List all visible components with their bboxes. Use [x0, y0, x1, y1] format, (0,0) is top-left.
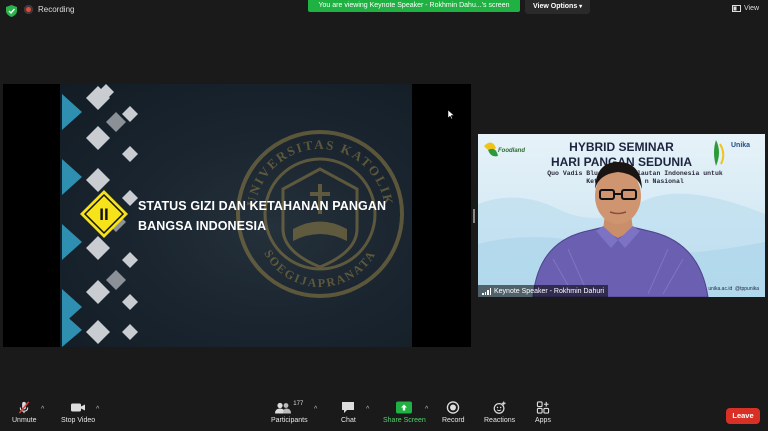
viewing-banner: You are viewing Keynote Speaker - Rokhmi…	[308, 0, 520, 12]
meeting-toolbar: Unmute ^ Stop Video ^ 177 Participants ^…	[0, 397, 768, 431]
unmute-button[interactable]: Unmute	[12, 401, 37, 424]
record-label: Record	[442, 417, 465, 424]
share-options-chevron-icon[interactable]: ^	[425, 406, 428, 413]
stop-video-button[interactable]: Stop Video	[61, 401, 95, 424]
chat-label: Chat	[341, 417, 356, 424]
website-text: unika.ac.id	[708, 286, 733, 292]
view-options-button[interactable]: View Options ▾	[525, 0, 591, 14]
security-shield-icon[interactable]	[6, 5, 17, 17]
view-button[interactable]: View	[732, 5, 759, 12]
muted-microphone-icon	[19, 401, 30, 414]
apps-icon	[536, 401, 550, 414]
participants-count: 177	[293, 401, 304, 407]
view-options-label: View Options	[533, 3, 578, 10]
social-handles: unika.ac.id @tppunika	[708, 286, 759, 292]
recording-label: Recording	[38, 5, 75, 14]
chevron-down-icon: ▾	[579, 4, 583, 10]
participants-label: Participants	[271, 417, 308, 424]
speaker-video	[532, 162, 709, 297]
reactions-label: Reactions	[484, 417, 516, 424]
presentation-slide: UNIVERSITAS KATOLIK SOEGIJAPRANATA II ST…	[60, 84, 412, 347]
participants-button[interactable]: 177 Participants	[271, 401, 308, 424]
section-number: II	[99, 205, 108, 224]
share-screen-label: Share Screen	[383, 417, 426, 424]
mouse-cursor-icon	[448, 110, 454, 119]
shared-screen[interactable]: UNIVERSITAS KATOLIK SOEGIJAPRANATA II ST…	[3, 84, 471, 347]
recording-indicator[interactable]: Recording	[24, 5, 74, 14]
slide-title-line1: STATUS GIZI DAN KETAHANAN PANGAN	[138, 199, 387, 213]
share-screen-icon	[396, 401, 413, 414]
participant-video-tile[interactable]: Foodland Unika HYBRID SEMINAR HARI PANGA…	[478, 134, 765, 297]
apps-label: Apps	[535, 417, 551, 424]
leave-button[interactable]: Leave	[726, 408, 760, 424]
splitter-handle[interactable]	[473, 209, 475, 223]
top-bar: Recording You are viewing Keynote Speake…	[0, 0, 768, 22]
record-button[interactable]: Record	[442, 401, 465, 424]
participants-options-chevron-icon[interactable]: ^	[314, 406, 317, 413]
audio-signal-icon	[482, 287, 491, 295]
grid-view-icon	[732, 5, 741, 12]
reactions-button[interactable]: Reactions	[484, 401, 515, 424]
instagram-handle: @tppunika	[735, 286, 759, 292]
share-screen-button[interactable]: Share Screen	[383, 401, 426, 424]
participant-name: Keynote Speaker - Rokhmin Dahuri	[494, 287, 605, 295]
stop-video-label: Stop Video	[61, 417, 96, 424]
slide-title: STATUS GIZI DAN KETAHANAN PANGAN BANGSA …	[138, 196, 408, 236]
slide-title-line2: BANGSA INDONESIA	[138, 219, 267, 233]
participant-nameplate: Keynote Speaker - Rokhmin Dahuri	[478, 285, 609, 297]
chat-bubble-icon	[342, 402, 355, 413]
participants-icon	[275, 402, 292, 414]
view-label: View	[744, 5, 760, 12]
video-options-chevron-icon[interactable]: ^	[96, 406, 99, 413]
smiley-plus-icon	[493, 401, 506, 414]
chat-button[interactable]: Chat	[341, 401, 356, 424]
section-badge: II	[80, 190, 128, 238]
recording-icon	[24, 5, 33, 14]
apps-button[interactable]: Apps	[535, 401, 551, 424]
chat-options-chevron-icon[interactable]: ^	[366, 406, 369, 413]
unmute-label: Unmute	[12, 417, 37, 424]
audio-options-chevron-icon[interactable]: ^	[41, 406, 44, 413]
video-camera-icon	[71, 403, 86, 412]
record-icon	[447, 401, 460, 414]
